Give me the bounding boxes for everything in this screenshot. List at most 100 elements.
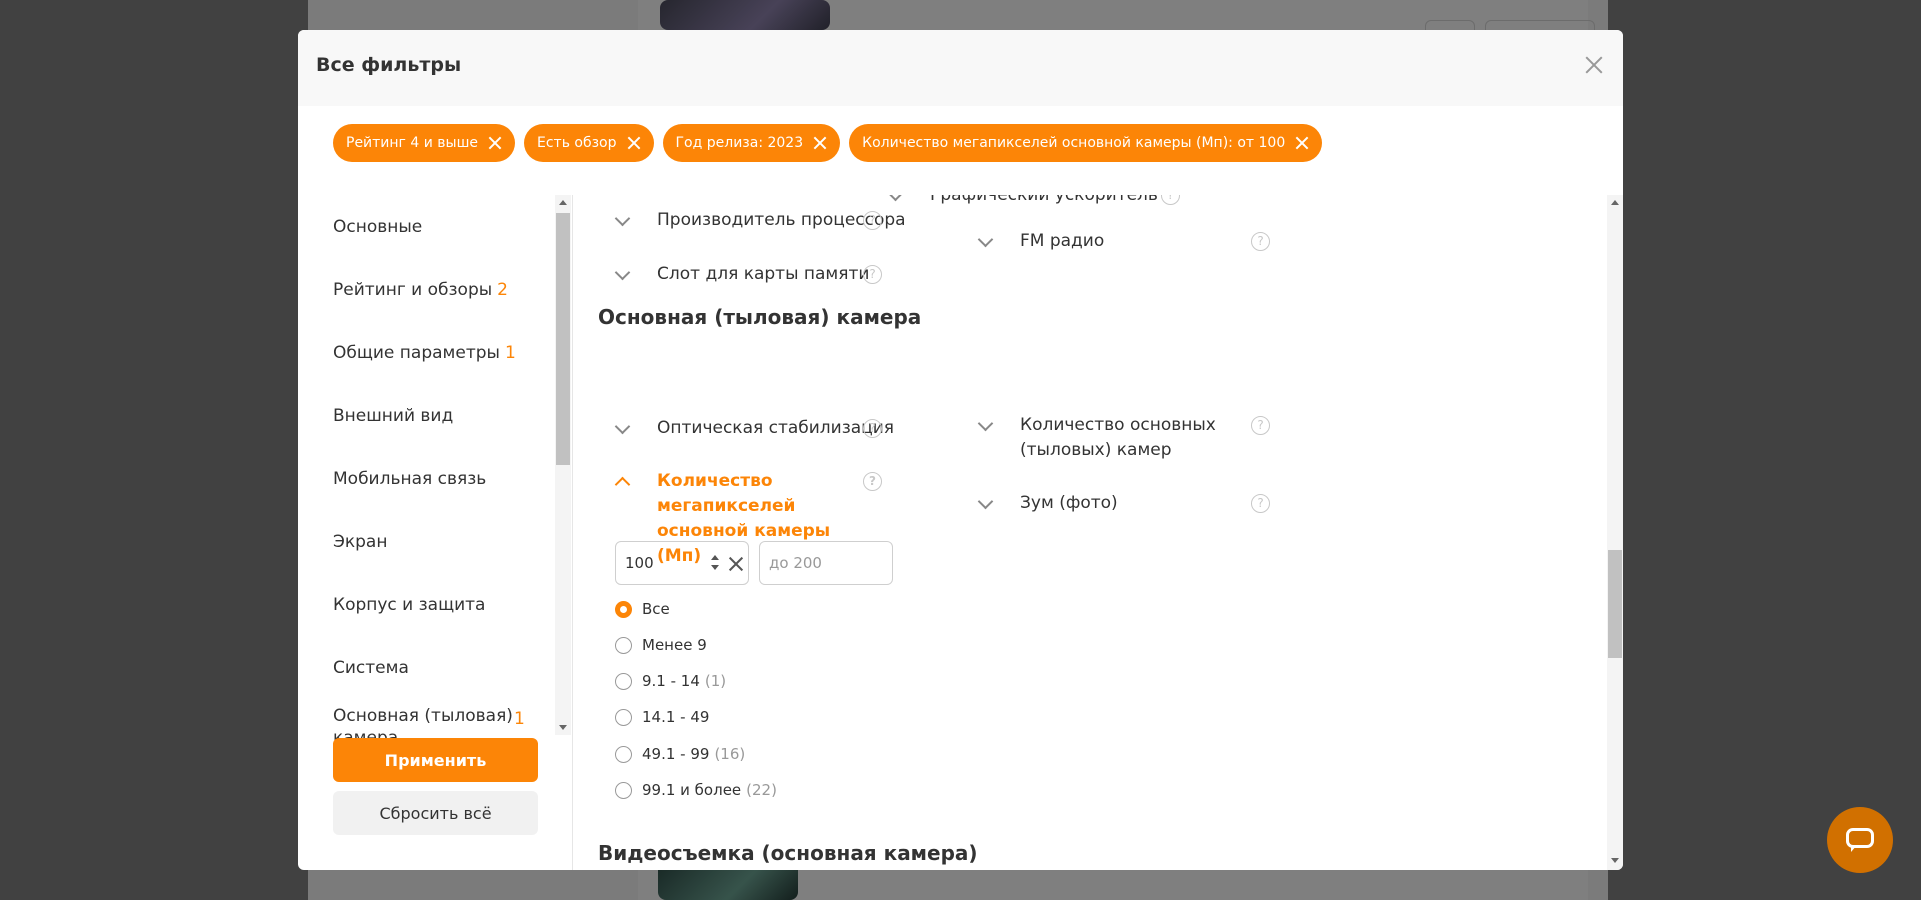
section-title: Основная (тыловая) камера <box>598 305 922 329</box>
filter-chip-label: Количество мегапикселей основной камеры … <box>862 135 1286 151</box>
modal-header: Все фильтры <box>298 30 1623 106</box>
filter-chip[interactable]: Количество мегапикселей основной камеры … <box>849 124 1323 162</box>
megapixels-to-input[interactable]: до 200 <box>759 541 893 585</box>
close-icon[interactable] <box>1583 54 1605 76</box>
chevron-down-icon <box>613 416 637 441</box>
radio-icon[interactable] <box>615 672 632 690</box>
filter-rear-camera-count[interactable]: Количество основных (тыловых) камер ? <box>976 413 1276 463</box>
filter-label: Графический ускоритель <box>930 195 1158 205</box>
filter-fm-radio[interactable]: FM радио ? <box>976 229 1276 254</box>
sidebar-item-appearance[interactable]: Внешний вид <box>333 384 553 447</box>
megapixels-to-placeholder: до 200 <box>769 554 822 572</box>
filter-chip[interactable]: Рейтинг 4 и выше <box>333 124 516 162</box>
number-spinner-icon[interactable] <box>710 555 720 573</box>
filter-label: FM радио <box>1020 231 1105 251</box>
sidebar-item-system[interactable]: Система <box>333 636 553 699</box>
chevron-down-icon <box>976 491 1000 516</box>
modal-title: Все фильтры <box>316 54 462 76</box>
filter-chip-label: Год релиза: 2023 <box>675 135 804 151</box>
all-filters-modal: Все фильтры Рейтинг 4 и выше Есть обзор … <box>298 30 1623 870</box>
sidebar-item-screen[interactable]: Экран <box>333 510 553 573</box>
megapixels-option[interactable]: 14.1 - 49 <box>615 708 709 726</box>
filter-optical-stabilization[interactable]: Оптическая стабилизация ? <box>613 416 913 441</box>
filter-cpu-manufacturer[interactable]: Производитель процессора ? <box>613 208 913 233</box>
filter-chip[interactable]: Год релиза: 2023 <box>662 124 841 162</box>
help-icon[interactable]: ? <box>1161 195 1180 205</box>
filter-memory-card-slot[interactable]: Слот для карты памяти ? <box>613 262 913 287</box>
sidebar-item-count-badge: 1 <box>514 709 525 729</box>
chat-button[interactable] <box>1827 807 1893 873</box>
content-scrollbar-thumb[interactable] <box>1608 550 1622 658</box>
filter-chip-label: Есть обзор <box>537 135 617 151</box>
scroll-up-icon[interactable] <box>1611 200 1619 205</box>
megapixels-option[interactable]: Менее 9 <box>615 636 707 654</box>
sidebar-item-count-badge: 1 <box>504 342 516 363</box>
option-label: 9.1 - 14 <box>642 672 700 690</box>
scroll-down-icon[interactable] <box>559 725 567 730</box>
option-label: 99.1 и более <box>642 781 742 799</box>
filter-gpu[interactable]: Графический ускоритель ? <box>886 195 1186 208</box>
help-icon[interactable]: ? <box>863 265 882 284</box>
megapixels-option[interactable]: 9.1 - 14 (1) <box>615 672 726 690</box>
scroll-up-icon[interactable] <box>559 200 567 205</box>
sidebar-item-label: Основные <box>333 216 423 237</box>
filter-chip[interactable]: Есть обзор <box>524 124 654 162</box>
option-count: (1) <box>704 672 727 690</box>
sidebar-item-label: Общие параметры <box>333 342 500 363</box>
sidebar-item-main[interactable]: Основные <box>333 195 553 258</box>
option-label: 14.1 - 49 <box>642 708 710 726</box>
apply-button[interactable]: Применить <box>333 738 538 782</box>
help-icon[interactable]: ? <box>1251 416 1270 435</box>
section-title: Видеосъемка (основная камера) <box>598 841 978 865</box>
filter-categories-sidebar: Основные Рейтинг и обзоры 2 Общие параме… <box>333 195 553 767</box>
reset-all-button[interactable]: Сбросить всё <box>333 791 538 835</box>
remove-chip-icon[interactable] <box>627 136 641 150</box>
chevron-down-icon <box>613 208 637 233</box>
remove-chip-icon[interactable] <box>488 136 502 150</box>
chat-bubble-icon <box>1846 828 1874 852</box>
option-count: (22) <box>746 781 777 799</box>
radio-checked-icon[interactable] <box>615 600 632 618</box>
sidebar-item-label: Корпус и защита <box>333 594 486 615</box>
filter-chip-label: Рейтинг 4 и выше <box>346 135 479 151</box>
megapixels-option[interactable]: Все <box>615 600 670 618</box>
radio-icon[interactable] <box>615 636 632 654</box>
chevron-down-icon <box>976 413 1000 438</box>
radio-icon[interactable] <box>615 781 632 799</box>
sidebar-item-general[interactable]: Общие параметры 1 <box>333 321 553 384</box>
megapixels-from-value: 100 <box>625 554 654 572</box>
chevron-up-icon <box>613 469 637 494</box>
help-icon[interactable]: ? <box>863 472 882 491</box>
help-icon[interactable]: ? <box>1251 494 1270 513</box>
help-icon[interactable]: ? <box>863 211 882 230</box>
filter-photo-zoom[interactable]: Зум (фото) ? <box>976 491 1276 516</box>
filter-label: Слот для карты памяти <box>657 264 870 284</box>
sidebar-scrollbar[interactable] <box>555 195 571 735</box>
filter-label: Количество основных (тыловых) камер <box>1020 415 1216 460</box>
megapixels-from-input[interactable]: 100 <box>615 541 749 585</box>
sidebar-item-count-badge: 2 <box>497 279 508 300</box>
chevron-down-icon <box>976 229 1000 254</box>
megapixels-option[interactable]: 49.1 - 99 (16) <box>615 745 745 763</box>
sidebar-item-body[interactable]: Корпус и защита <box>333 573 553 636</box>
sidebar-item-mobile[interactable]: Мобильная связь <box>333 447 553 510</box>
help-icon[interactable]: ? <box>1251 232 1270 251</box>
content-scrollbar[interactable] <box>1607 195 1623 870</box>
remove-chip-icon[interactable] <box>1295 136 1309 150</box>
help-icon[interactable]: ? <box>863 419 882 438</box>
radio-icon[interactable] <box>615 708 632 726</box>
sidebar-scrollbar-thumb[interactable] <box>556 213 570 465</box>
radio-icon[interactable] <box>615 745 632 763</box>
filters-content: Графический ускоритель ? Производитель п… <box>573 195 1603 870</box>
remove-chip-icon[interactable] <box>813 136 827 150</box>
megapixels-option[interactable]: 99.1 и более (22) <box>615 781 777 799</box>
sidebar-item-label: Внешний вид <box>333 405 454 426</box>
filter-label: Зум (фото) <box>1020 493 1118 513</box>
scroll-down-icon[interactable] <box>1611 858 1619 863</box>
sidebar-item-rating-reviews[interactable]: Рейтинг и обзоры 2 <box>333 258 553 321</box>
option-label: 49.1 - 99 <box>642 745 710 763</box>
clear-input-icon[interactable] <box>728 556 744 572</box>
option-count: (16) <box>714 745 746 763</box>
sidebar-item-label: Рейтинг и обзоры <box>333 279 493 300</box>
chevron-down-icon <box>613 262 637 287</box>
